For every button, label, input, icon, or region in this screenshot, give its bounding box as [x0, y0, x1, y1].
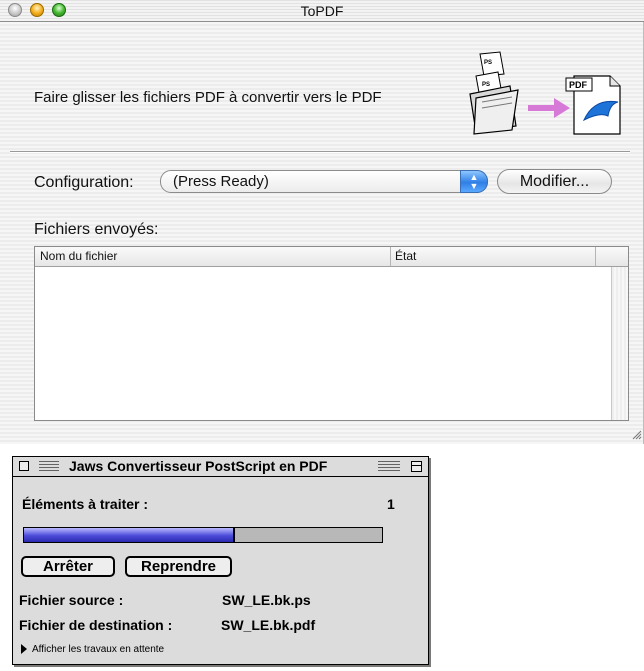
close-box-icon[interactable] — [19, 461, 29, 471]
column-status[interactable]: État — [395, 249, 416, 263]
files-sent-label: Fichiers envoyés: — [34, 221, 159, 238]
topdf-title-bar[interactable]: ToPDF — [0, 0, 644, 22]
disclosure-triangle-icon[interactable] — [21, 644, 27, 655]
modify-button[interactable]: Modifier... — [497, 169, 612, 194]
configuration-value: (Press Ready) — [173, 173, 269, 190]
configuration-popup[interactable]: (Press Ready) ▲ ▼ — [160, 170, 488, 193]
window-title: ToPDF — [300, 3, 344, 19]
collapse-box-icon[interactable] — [411, 461, 422, 472]
drop-instruction: Faire glisser les fichiers PDF à convert… — [34, 89, 382, 106]
jaws-title-bar[interactable]: Jaws Convertisseur PostScript en PDF — [13, 457, 428, 477]
configuration-label: Configuration: — [34, 174, 134, 191]
source-label: Fichier source : — [19, 592, 124, 608]
separator — [10, 151, 630, 153]
jaws-title: Jaws Convertisseur PostScript en PDF — [65, 458, 332, 474]
stop-button[interactable]: Arrêter — [21, 556, 115, 577]
table-scrollbar[interactable] — [611, 267, 628, 420]
ps-badge-large: PS — [482, 82, 490, 88]
resume-button[interactable]: Reprendre — [125, 556, 232, 577]
table-header: Nom du fichier État — [35, 247, 628, 267]
source-value: SW_LE.bk.ps — [222, 592, 311, 608]
arrow-icon — [528, 98, 570, 118]
files-table[interactable]: Nom du fichier État — [34, 246, 629, 421]
destination-value: SW_LE.bk.pdf — [221, 617, 316, 633]
popup-arrows-icon: ▲ ▼ — [460, 170, 488, 193]
progress-bar — [23, 527, 383, 543]
items-label: Éléments à traiter : — [22, 496, 149, 512]
grow-box-icon[interactable] — [632, 430, 642, 440]
show-queue-label: Afficher les travaux en attente — [32, 644, 165, 655]
pdf-badge: PDF — [569, 80, 588, 90]
title-stripes — [378, 461, 400, 471]
progress-fill — [24, 528, 236, 542]
show-queue-disclosure[interactable]: Afficher les travaux en attente — [21, 644, 164, 655]
column-divider — [390, 247, 391, 266]
folder-icon: PS PS — [469, 51, 519, 135]
drop-target[interactable]: PS PS PDF — [462, 50, 627, 135]
destination-label: Fichier de destination : — [19, 617, 173, 633]
ps-badge-small: PS — [484, 60, 492, 66]
topdf-window: ToPDF Faire glisser les fichiers PDF à c… — [0, 0, 644, 444]
pdf-document-icon: PDF — [565, 75, 621, 135]
items-count: 1 — [387, 496, 395, 512]
column-filename[interactable]: Nom du fichier — [40, 249, 117, 263]
column-divider — [595, 247, 596, 266]
title-stripes — [39, 461, 59, 471]
